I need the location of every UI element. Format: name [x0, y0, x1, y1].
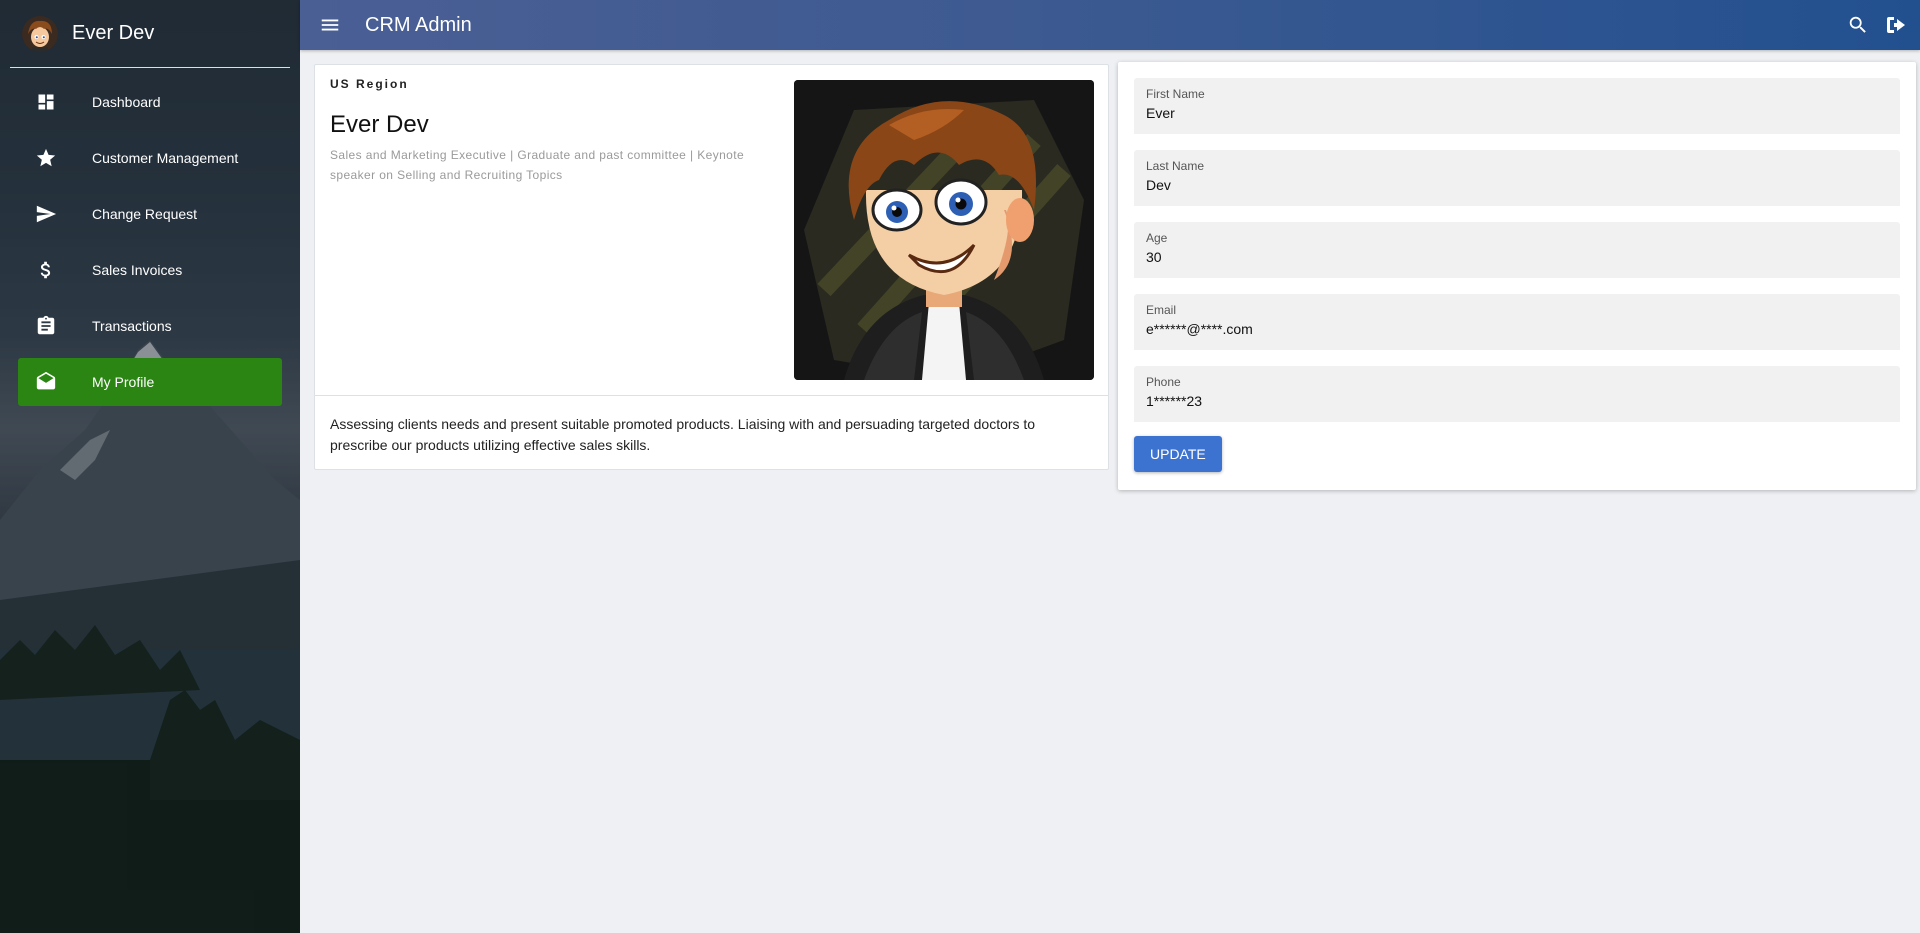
- profile-card: US Region Ever Dev Sales and Marketing E…: [314, 64, 1109, 470]
- sidebar-item-dashboard[interactable]: Dashboard: [18, 78, 282, 126]
- profile-form: First Name Ever Last Name Dev Age 30 Ema…: [1118, 62, 1916, 490]
- profile-name: Ever Dev: [330, 111, 429, 138]
- profile-tagline: Sales and Marketing Executive | Graduate…: [330, 148, 745, 182]
- star-icon: [34, 146, 58, 170]
- first-name-field[interactable]: First Name Ever: [1134, 78, 1900, 134]
- last-name-field[interactable]: Last Name Dev: [1134, 150, 1900, 206]
- dollar-icon: [34, 258, 58, 282]
- top-app-bar: CRM Admin: [300, 0, 1920, 50]
- sidebar-item-change-request[interactable]: Change Request: [18, 190, 282, 238]
- sidebar-brand[interactable]: Ever Dev: [10, 0, 290, 68]
- page-title: CRM Admin: [365, 13, 472, 36]
- mail-open-icon: [34, 370, 58, 394]
- profile-region: US Region: [330, 77, 409, 91]
- profile-portrait: [794, 80, 1094, 380]
- search-icon[interactable]: [1846, 13, 1870, 37]
- sidebar-item-my-profile[interactable]: My Profile: [18, 358, 282, 406]
- field-value[interactable]: 1******23: [1146, 393, 1888, 409]
- logout-icon[interactable]: [1884, 13, 1908, 37]
- send-icon: [34, 202, 58, 226]
- sidebar-item-label: Change Request: [92, 206, 198, 222]
- update-button[interactable]: UPDATE: [1134, 436, 1222, 472]
- dashboard-icon: [34, 90, 58, 114]
- sidebar-item-sales-invoices[interactable]: Sales Invoices: [18, 246, 282, 294]
- brand-name: Ever Dev: [72, 22, 155, 44]
- sidebar-item-label: Customer Management: [92, 150, 239, 166]
- field-label: Email: [1146, 303, 1177, 317]
- sidebar-item-label: Transactions: [92, 318, 172, 334]
- clipboard-icon: [34, 314, 58, 338]
- email-field[interactable]: Email e******@****.com: [1134, 294, 1900, 350]
- sidebar-item-label: My Profile: [92, 374, 155, 390]
- sidebar-item-label: Sales Invoices: [92, 262, 183, 278]
- user-avatar: [22, 15, 58, 52]
- age-field[interactable]: Age 30: [1134, 222, 1900, 278]
- topbar-actions: [1832, 13, 1908, 37]
- menu-icon[interactable]: [318, 13, 342, 37]
- sidebar: Ever Dev Dashboard Customer Management C…: [0, 0, 300, 933]
- sidebar-nav: Dashboard Customer Management Change Req…: [0, 78, 300, 406]
- profile-header: US Region Ever Dev Sales and Marketing E…: [315, 65, 1108, 396]
- profile-summary: Assessing clients needs and present suit…: [330, 416, 1036, 453]
- field-label: Last Name: [1146, 159, 1205, 173]
- field-value[interactable]: Dev: [1146, 177, 1888, 193]
- field-label: Phone: [1146, 375, 1181, 389]
- field-value[interactable]: Ever: [1146, 105, 1888, 121]
- field-label: Age: [1146, 231, 1168, 245]
- sidebar-item-transactions[interactable]: Transactions: [18, 302, 282, 350]
- sidebar-item-label: Dashboard: [92, 94, 161, 110]
- field-value[interactable]: e******@****.com: [1146, 321, 1888, 337]
- sidebar-item-customer-management[interactable]: Customer Management: [18, 134, 282, 182]
- phone-field[interactable]: Phone 1******23: [1134, 366, 1900, 422]
- field-label: First Name: [1146, 87, 1205, 101]
- field-value[interactable]: 30: [1146, 249, 1888, 265]
